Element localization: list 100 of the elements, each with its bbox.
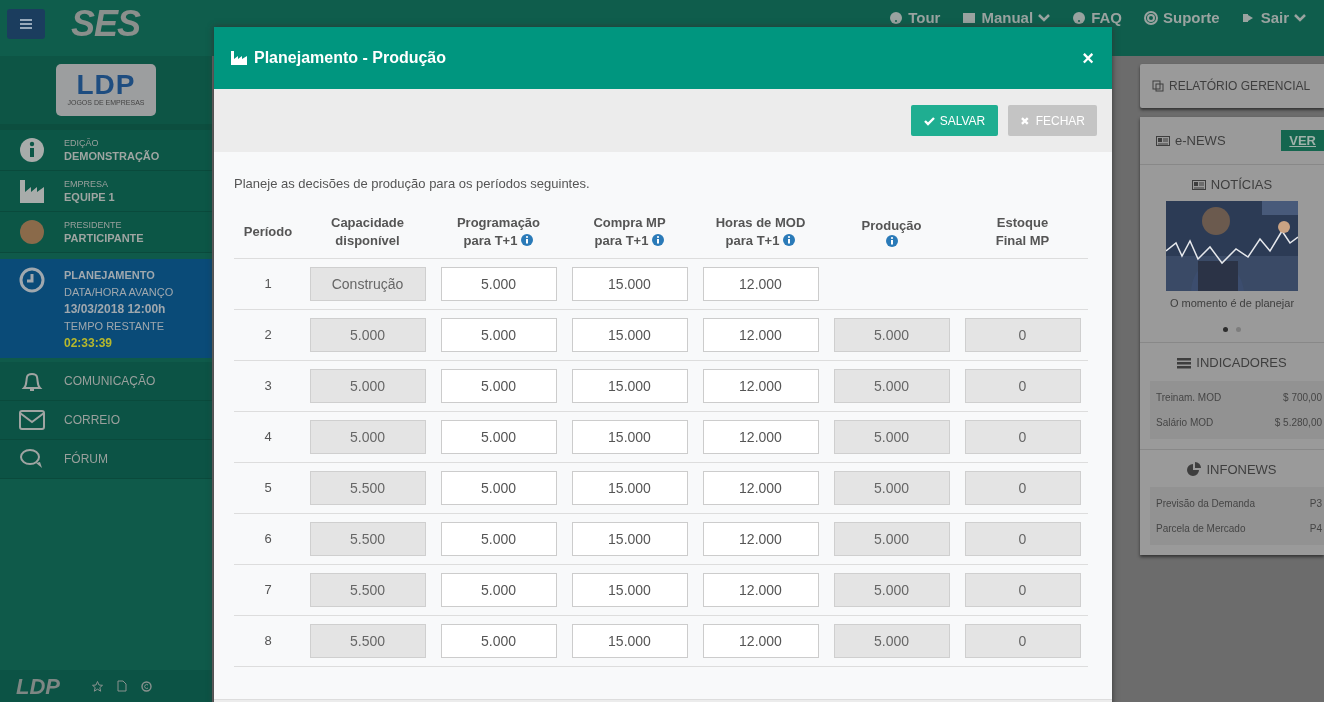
- envelope-icon: [19, 409, 45, 431]
- info-icon: [19, 137, 45, 163]
- input-field[interactable]: 15.000: [571, 623, 688, 658]
- phase-label: DATA/HORA AVANÇO: [64, 285, 174, 300]
- input-field[interactable]: 12.000: [702, 572, 819, 607]
- indicator-value: P4: [1309, 522, 1322, 536]
- nav-link[interactable]: Tour: [889, 9, 941, 27]
- readonly-field[interactable]: 0: [964, 317, 1081, 352]
- chat-icon: [19, 448, 45, 470]
- input-field[interactable]: 15.000: [571, 317, 688, 352]
- input-field[interactable]: 5.000: [440, 419, 557, 454]
- carousel-dot[interactable]: [1223, 327, 1228, 332]
- nav-link[interactable]: Suporte: [1143, 9, 1220, 27]
- input-field[interactable]: 12.000: [702, 317, 819, 352]
- list-icon: [1177, 356, 1192, 369]
- countdown-timer: 02:33:39: [64, 335, 114, 352]
- period-number: 4: [264, 427, 272, 446]
- input-field[interactable]: 5.000: [440, 470, 557, 505]
- period-number: 8: [264, 631, 272, 650]
- readonly-field[interactable]: 5.000: [309, 317, 426, 352]
- readonly-field[interactable]: 0: [964, 470, 1081, 505]
- close-button[interactable]: ×: [1082, 48, 1094, 68]
- indicator-value: $ 700,00: [1283, 390, 1322, 405]
- factory-icon: [19, 178, 45, 204]
- input-field[interactable]: 5.000: [440, 623, 557, 658]
- readonly-field[interactable]: 5.000: [833, 419, 950, 454]
- readonly-field[interactable]: 5.000: [833, 470, 950, 505]
- readonly-field[interactable]: Construção: [309, 266, 426, 301]
- input-field[interactable]: 12.000: [702, 266, 819, 301]
- star-icon[interactable]: [92, 680, 103, 692]
- input-field[interactable]: 15.000: [571, 572, 688, 607]
- check-icon: [923, 115, 935, 126]
- factory-icon: [230, 50, 248, 66]
- input-field[interactable]: 12.000: [702, 623, 819, 658]
- readonly-field[interactable]: 0: [964, 572, 1081, 607]
- nav-link[interactable]: Sair: [1241, 9, 1306, 27]
- input-field[interactable]: 15.000: [571, 266, 688, 301]
- input-field[interactable]: 15.000: [571, 368, 688, 403]
- modal-title: Planejamento - Produção: [254, 48, 447, 68]
- column-header: Produção: [861, 216, 922, 235]
- menu-icon: [20, 19, 32, 29]
- input-field[interactable]: 15.000: [571, 470, 688, 505]
- input-field[interactable]: 15.000: [571, 521, 688, 556]
- readonly-field[interactable]: 5.000: [309, 419, 426, 454]
- input-field[interactable]: 15.000: [571, 419, 688, 454]
- column-header: Período: [243, 223, 293, 241]
- readonly-field[interactable]: 0: [964, 368, 1081, 403]
- readonly-field[interactable]: 5.500: [309, 521, 426, 556]
- input-field[interactable]: 5.000: [440, 572, 557, 607]
- input-field[interactable]: 5.000: [440, 368, 557, 403]
- column-header: Compra MP para T+1: [593, 214, 666, 250]
- input-field[interactable]: 5.000: [440, 521, 557, 556]
- sidebar-item[interactable]: CORREIO: [0, 401, 212, 440]
- document-icon[interactable]: [117, 680, 127, 692]
- sidebar-item[interactable]: COMUNICAÇÃO: [0, 362, 212, 401]
- indicator-label: Salário MOD: [1156, 415, 1214, 430]
- input-field[interactable]: 12.000: [702, 521, 819, 556]
- newspaper-icon: [1191, 178, 1206, 191]
- readonly-field[interactable]: 5.000: [833, 623, 950, 658]
- input-field[interactable]: 5.000: [440, 317, 557, 352]
- intro-text: Planeje as decisões de produção para os períodos seguintes.: [234, 175, 591, 193]
- menu-button[interactable]: [7, 9, 45, 39]
- readonly-field[interactable]: 5.000: [309, 368, 426, 403]
- readonly-field[interactable]: 5.000: [833, 368, 950, 403]
- panel-title: e-NEWS: [1175, 131, 1226, 150]
- readonly-field[interactable]: 5.500: [309, 623, 426, 658]
- info-value: DEMONSTRAÇÃO: [64, 148, 160, 163]
- newspaper-icon: [1156, 134, 1170, 147]
- input-field[interactable]: 12.000: [702, 368, 819, 403]
- column-header: Estoque Final MP: [995, 214, 1050, 250]
- report-button[interactable]: RELATÓRIO GERENCIAL: [1140, 64, 1324, 108]
- readonly-field[interactable]: 5.500: [309, 470, 426, 505]
- input-field[interactable]: 12.000: [702, 470, 819, 505]
- readonly-field[interactable]: 5.000: [833, 521, 950, 556]
- input-field[interactable]: 5.000: [440, 266, 557, 301]
- readonly-field[interactable]: 0: [964, 419, 1081, 454]
- indicator-value: P3: [1309, 497, 1322, 511]
- nav-link[interactable]: FAQ: [1072, 9, 1122, 27]
- readonly-field[interactable]: 5.000: [833, 317, 950, 352]
- sidebar-item[interactable]: FÓRUM: [0, 440, 212, 479]
- news-caption: O momento é de planejar: [1169, 295, 1295, 311]
- nav-link[interactable]: Manual: [962, 9, 1051, 27]
- readonly-field[interactable]: 5.500: [309, 572, 426, 607]
- lifebuoy-icon: [1143, 11, 1158, 25]
- save-button[interactable]: SALVAR: [911, 105, 998, 136]
- copyright-icon[interactable]: [141, 680, 152, 692]
- clock-icon: [19, 267, 45, 293]
- view-link[interactable]: VER: [1281, 129, 1324, 152]
- column-header: Programação para T+1: [456, 214, 541, 250]
- period-number: 7: [264, 580, 272, 599]
- phase-title: PLANEJAMENTO: [64, 268, 156, 283]
- input-field[interactable]: 12.000: [702, 419, 819, 454]
- carousel-dot[interactable]: [1236, 327, 1241, 332]
- readonly-field[interactable]: 5.000: [833, 572, 950, 607]
- close-icon: [1020, 115, 1031, 126]
- readonly-field[interactable]: 0: [964, 521, 1081, 556]
- section-title: INDICADORES: [1196, 354, 1287, 372]
- readonly-field[interactable]: 0: [964, 623, 1081, 658]
- footer-logo: LDP: [16, 672, 60, 701]
- period-number: 1: [264, 274, 272, 293]
